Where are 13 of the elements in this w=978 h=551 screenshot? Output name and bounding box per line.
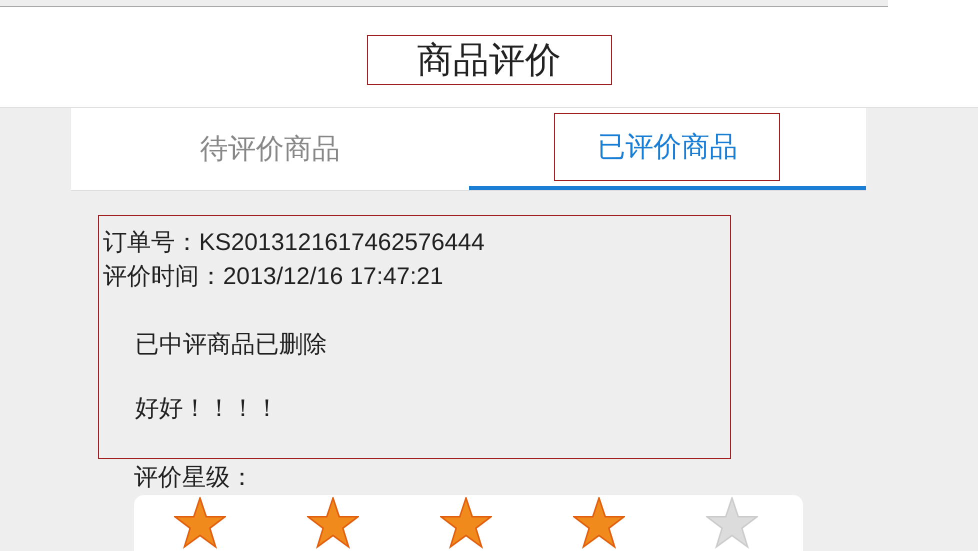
review-status: 已中评商品已删除 xyxy=(134,330,328,360)
star-icon xyxy=(174,497,226,549)
star-icon xyxy=(307,497,359,549)
order-number: 订单号：KS2013121617462576444 xyxy=(102,228,486,258)
star-icon xyxy=(440,497,492,549)
star-icon xyxy=(573,497,625,549)
page-title: 商品评价 xyxy=(366,34,612,84)
tab[interactable]: 待评价商品 xyxy=(71,108,468,190)
review-comment: 好好！！！！ xyxy=(134,394,280,424)
rating-label: 评价星级： xyxy=(134,463,254,493)
star-icon xyxy=(706,497,758,549)
tab[interactable]: 已评价商品 xyxy=(468,108,866,190)
review-time: 评价时间：2013/12/16 17:47:21 xyxy=(102,262,444,292)
